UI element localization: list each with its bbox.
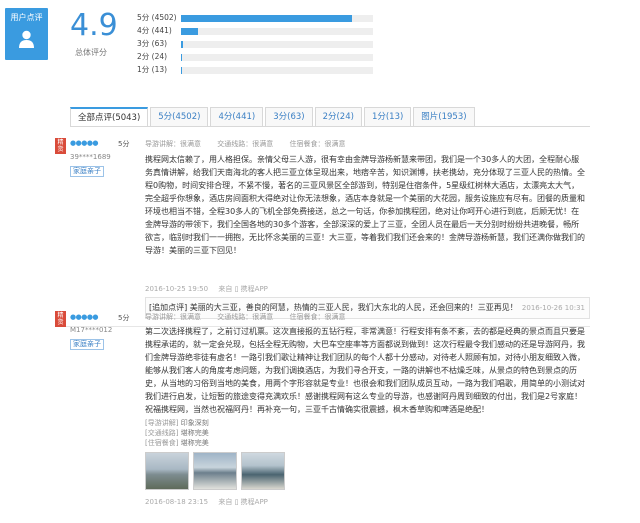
review-source-label: 来自	[218, 498, 233, 506]
overall-score: 4.9	[70, 8, 118, 43]
sub-rating-lodging: 住宿餐食：很满意	[289, 313, 346, 321]
review-detail-ratings: [导游讲解] 印象深刻 [交通线路] 堪称完美 [住宿餐食] 堪称完美	[145, 418, 209, 448]
tab-5-star[interactable]: 5分(4502)	[150, 107, 209, 127]
rating-bar-track	[181, 67, 373, 74]
rating-row-label: 4分 (441)	[137, 26, 172, 35]
tab-3-star[interactable]: 3分(63)	[265, 107, 313, 127]
tab-all-reviews[interactable]: 全部点评(5043)	[70, 107, 149, 127]
rating-row[interactable]: 3分 (63)	[137, 38, 377, 51]
rating-bar-track	[181, 41, 373, 48]
user-avatar-icon	[19, 30, 34, 48]
review-filter-tabs: 全部点评(5043) 5分(4502) 4分(441) 3分(63) 2分(24…	[70, 107, 477, 127]
rating-row-label: 3分 (63)	[137, 39, 168, 48]
follow-up-text: [追加点评] 美丽的大三亚，善良的阿慧，热情的三亚人民，我们大东北的人民，还会回…	[149, 303, 518, 312]
review-date: 2016-08-18 23:15	[145, 498, 209, 506]
rating-bar-track	[181, 28, 373, 35]
rating-bar-fill	[181, 41, 184, 48]
rating-row[interactable]: 1分 (13)	[137, 64, 377, 77]
review-stars: ●●●●●	[70, 139, 99, 147]
rating-bar-fill	[181, 15, 353, 22]
review-photo[interactable]	[145, 452, 189, 490]
traveler-type-badge: 家庭亲子	[70, 166, 104, 177]
tabs-divider	[70, 126, 590, 127]
review-meta: 2016-08-18 23:15 来自 ▯ 携程APP	[145, 497, 268, 507]
tab-1-star[interactable]: 1分(13)	[363, 107, 412, 127]
review-text: 携程网太信赖了，用人格担保。亲情父母三人游，很有幸由金牌导游杨新慧来带团，我们是…	[145, 155, 585, 255]
detail-value: 印象深刻	[180, 419, 209, 427]
detail-value: 堪称完美	[180, 439, 209, 447]
reviewer-name[interactable]: M17****012	[70, 326, 112, 334]
badge-label: 用户点评	[10, 13, 43, 22]
review-source-app[interactable]: 携程APP	[241, 498, 268, 506]
rating-bar-fill	[181, 54, 182, 61]
detail-value: 堪称完美	[180, 429, 209, 437]
traveler-type-badge: 家庭亲子	[70, 339, 104, 350]
phone-icon: ▯	[234, 285, 239, 293]
rating-distribution: 5分 (4502) 4分 (441) 3分 (63) 2分 (24) 1分 (1…	[137, 12, 377, 77]
review-source-app[interactable]: 携程APP	[241, 285, 268, 293]
rating-row[interactable]: 4分 (441)	[137, 25, 377, 38]
detail-row: [交通线路] 堪称完美	[145, 428, 209, 438]
sub-rating-guide: 导游讲解：很满意	[145, 313, 201, 321]
sub-ratings: 导游讲解：很满意 交通线路：很满意 住宿餐食：很满意	[145, 312, 359, 322]
sub-rating-guide: 导游讲解：很满意	[145, 140, 201, 148]
review-photo[interactable]	[193, 452, 237, 490]
rating-row-label: 1分 (13)	[137, 65, 168, 74]
rating-bar-track	[181, 54, 373, 61]
rating-bar-fill	[181, 28, 198, 35]
detail-key: [交通线路]	[145, 429, 179, 437]
tab-4-star[interactable]: 4分(441)	[210, 107, 264, 127]
detail-key: [住宿餐食]	[145, 439, 179, 447]
review-photo[interactable]	[241, 452, 285, 490]
reviewer-name[interactable]: 39****1689	[70, 153, 111, 161]
rating-bar-track	[181, 15, 373, 22]
rating-row-label: 5分 (4502)	[137, 13, 177, 22]
phone-icon: ▯	[234, 498, 239, 506]
featured-tag: 精货	[55, 311, 66, 327]
rating-row[interactable]: 2分 (24)	[137, 51, 377, 64]
user-review-badge: 用户点评	[5, 8, 48, 60]
sub-ratings: 导游讲解：很满意 交通线路：很满意 住宿餐食：很满意	[145, 139, 359, 149]
overall-score-label: 总体评分	[75, 48, 107, 57]
review-source-label: 来自	[218, 285, 233, 293]
follow-up-date: 2016-10-26 10:31	[521, 304, 585, 312]
rating-summary: 用户点评 4.9 总体评分 5分 (4502) 4分 (441) 3分 (63)…	[0, 0, 640, 95]
review-text: 第二次选择携程了，之前订过机票。这次直接报的五钻行程，非常满意！行程安排有条不紊…	[145, 327, 585, 414]
review-meta: 2016-10-25 19:50 来自 ▯ 携程APP	[145, 284, 268, 294]
tab-2-star[interactable]: 2分(24)	[314, 107, 362, 127]
detail-row: [住宿餐食] 堪称完美	[145, 438, 209, 448]
rating-row-label: 2分 (24)	[137, 52, 168, 61]
sub-rating-transport: 交通线路：很满意	[217, 140, 274, 148]
review-stars: ●●●●●	[70, 313, 99, 321]
review-date: 2016-10-25 19:50	[145, 285, 209, 293]
sub-rating-transport: 交通线路：很满意	[217, 313, 274, 321]
detail-row: [导游讲解] 印象深刻	[145, 418, 209, 428]
rating-row[interactable]: 5分 (4502)	[137, 12, 377, 25]
tab-photos[interactable]: 图片(1953)	[413, 107, 475, 127]
review-score: 5分	[118, 140, 130, 148]
featured-tag: 精货	[55, 138, 66, 154]
review-score: 5分	[118, 314, 130, 322]
sub-rating-lodging: 住宿餐食：很满意	[289, 140, 346, 148]
detail-key: [导游讲解]	[145, 419, 179, 427]
